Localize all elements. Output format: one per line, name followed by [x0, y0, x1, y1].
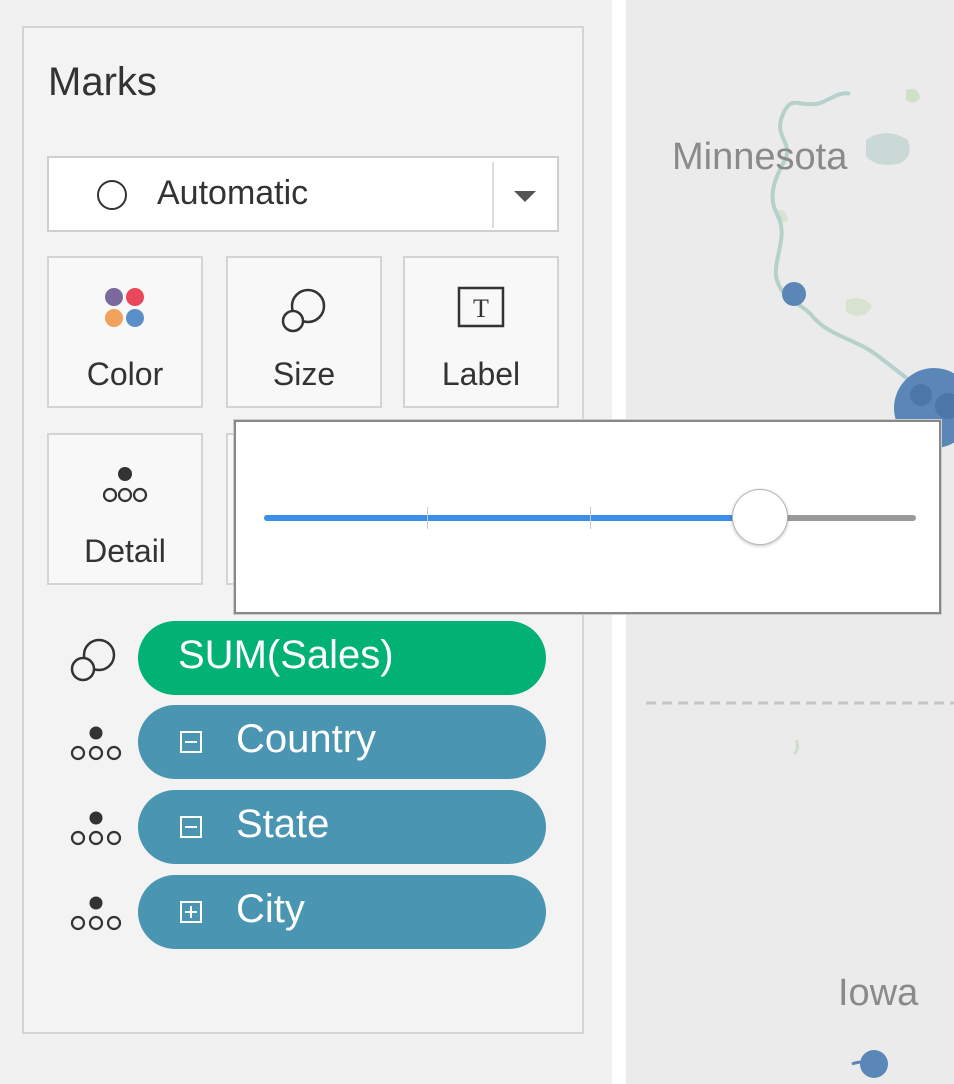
circle-icon: [97, 180, 127, 210]
field-pill-sum-sales[interactable]: SUM(Sales): [138, 621, 546, 695]
size-slider-track[interactable]: [264, 489, 916, 545]
size-button-label: Size: [272, 356, 336, 392]
collapse-icon[interactable]: [180, 731, 202, 753]
size-button[interactable]: Size: [226, 256, 382, 408]
svg-text:T: T: [473, 294, 489, 323]
label-button[interactable]: T Label: [403, 256, 559, 408]
size-slider-thumb[interactable]: [732, 489, 788, 545]
mark-type-dropdown[interactable]: Automatic: [47, 156, 559, 232]
field-pill-label: City: [236, 887, 305, 931]
color-button[interactable]: Color: [47, 256, 203, 408]
size-icon: [66, 637, 122, 688]
field-pill-label: State: [236, 802, 330, 846]
detail-button-label: Detail: [84, 533, 166, 569]
collapse-icon[interactable]: [180, 816, 202, 838]
dropdown-divider: [492, 162, 494, 228]
size-slider-tick: [427, 507, 428, 529]
app-frame: Marks Automatic Color Size T Label Detai…: [0, 0, 954, 1084]
size-slider-popup: [234, 420, 941, 614]
field-pill-country[interactable]: Country: [138, 705, 546, 779]
field-row-country: Country: [66, 705, 546, 779]
field-pill-label: Country: [236, 717, 377, 761]
expand-icon[interactable]: [180, 901, 202, 923]
field-row-sales: SUM(Sales): [66, 621, 546, 695]
detail-dots-icon: [66, 721, 126, 770]
detail-button[interactable]: Detail: [47, 433, 203, 585]
color-dots-icon: [103, 286, 147, 335]
label-button-label: Label: [441, 356, 521, 392]
chevron-down-icon[interactable]: [514, 191, 536, 202]
map-label-minnesota: Minnesota: [672, 136, 848, 178]
map-label-iowa: Iowa: [838, 972, 919, 1014]
field-pill-label: SUM(Sales): [178, 633, 394, 677]
mark-type-label: Automatic: [157, 174, 309, 212]
detail-dots-icon: [66, 806, 126, 855]
field-pill-state[interactable]: State: [138, 790, 546, 864]
detail-dots-icon: [101, 463, 149, 512]
text-label-icon: T: [457, 286, 505, 335]
map-mark: [782, 282, 806, 306]
detail-dots-icon: [66, 891, 126, 940]
size-slider-tick: [590, 507, 591, 529]
size-icon: [280, 286, 328, 339]
field-row-state: State: [66, 790, 546, 864]
field-row-city: City: [66, 875, 546, 949]
size-slider-fill: [264, 515, 760, 521]
color-button-label: Color: [86, 356, 164, 392]
marks-title: Marks: [48, 60, 157, 104]
field-pill-city[interactable]: City: [138, 875, 546, 949]
